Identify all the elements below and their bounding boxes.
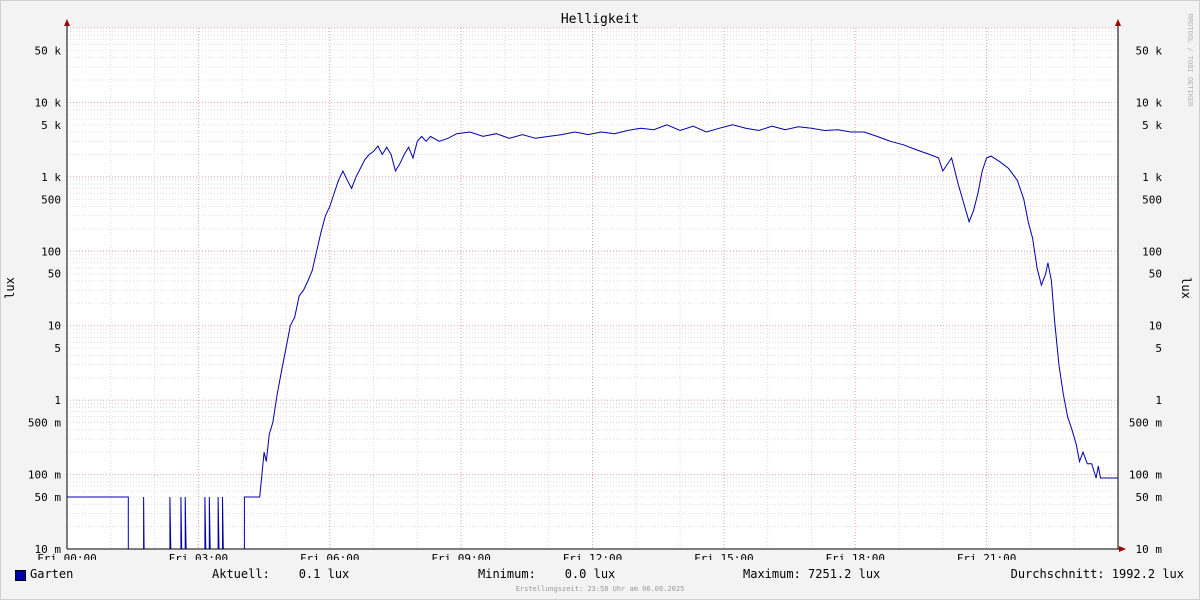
x-tick-label: Fri 18:00 xyxy=(825,552,885,560)
y-axis-arrow-right xyxy=(1115,19,1121,26)
y-tick-label: 5 xyxy=(1155,342,1162,355)
x-axis-arrow xyxy=(1119,546,1126,552)
y-tick-label: 10 xyxy=(48,320,61,333)
y-tick-label: 50 k xyxy=(1136,44,1163,57)
footer-timestamp: Erstellungszeit: 23:58 Uhr am 06.06.2025 xyxy=(515,585,685,593)
x-tick-label: Fri 09:00 xyxy=(431,552,491,560)
legend-minimum: Minimum: 0.0 lux xyxy=(478,567,616,581)
y-axis-label-right: lux xyxy=(1179,277,1193,299)
y-tick-label: 1 k xyxy=(1142,171,1162,184)
y-tick-label: 500 m xyxy=(28,417,61,430)
y-tick-label: 10 k xyxy=(1136,96,1163,109)
y-tick-label: 50 k xyxy=(35,44,62,57)
legend-series-name: Garten xyxy=(30,567,74,581)
x-tick-labels: Fri 00:00 Fri 03:00 Fri 06:00 Fri 09:00 Fri … xyxy=(37,552,1016,560)
y-tick-label: 100 xyxy=(41,245,61,258)
y-tick-label: 5 k xyxy=(1142,119,1162,132)
chart-title: Helligkeit xyxy=(561,12,639,27)
y-tick-label: 1 k xyxy=(41,171,61,184)
y-tick-label: 50 m xyxy=(35,491,62,504)
chart: 10 m 50 m 100 m 500 m 1 5 10 50 100 500 1 k 5 k 10 k… xyxy=(3,12,1194,560)
legend-swatch-garten xyxy=(15,570,26,581)
x-tick-label: Fri 12:00 xyxy=(563,552,623,560)
y-tick-label: 10 xyxy=(1149,320,1162,333)
x-tick-label: Fri 06:00 xyxy=(300,552,360,560)
y-tick-label: 10 k xyxy=(35,96,62,109)
y-tick-label: 50 xyxy=(1149,268,1162,281)
y-tick-label: 100 m xyxy=(1129,469,1162,482)
x-tick-label: Fri 21:00 xyxy=(957,552,1017,560)
y-tick-label: 50 m xyxy=(1136,491,1163,504)
x-tick-label: Fri 03:00 xyxy=(169,552,229,560)
legend-maximum: Maximum: 7251.2 lux xyxy=(743,567,881,581)
y-tick-labels-right: 10 m 50 m 100 m 500 m 1 5 10 50 100 500 1 k 5 k 10 k… xyxy=(1129,44,1162,556)
y-tick-label: 5 xyxy=(54,342,61,355)
y-tick-label: 5 k xyxy=(41,119,61,132)
y-tick-label: 500 xyxy=(41,193,61,206)
y-tick-label: 50 xyxy=(48,268,61,281)
y-tick-label: 100 m xyxy=(28,469,61,482)
x-tick-label: Fri 00:00 xyxy=(37,552,97,560)
y-axis-label-left: lux xyxy=(3,277,17,299)
y-tick-label: 100 xyxy=(1142,245,1162,258)
y-tick-label: 10 m xyxy=(1136,543,1163,556)
y-tick-label: 1 xyxy=(1155,394,1162,407)
legend-durchschnitt: Durchschnitt: 1992.2 lux xyxy=(1010,567,1184,581)
legend-aktuell: Aktuell: 0.1 lux xyxy=(212,567,350,581)
y-tick-labels-left: 10 m50 m100 m500 m1510501005001 k5 k10 k… xyxy=(28,44,61,556)
watermark: RRDTOOL / TOBI OETIKER xyxy=(1186,14,1194,108)
y-tick-label: 500 xyxy=(1142,193,1162,206)
x-tick-label: Fri 15:00 xyxy=(694,552,754,560)
y-tick-label: 1 xyxy=(54,394,61,407)
y-axis-arrow-left xyxy=(64,19,70,26)
y-tick-label: 500 m xyxy=(1129,417,1162,430)
